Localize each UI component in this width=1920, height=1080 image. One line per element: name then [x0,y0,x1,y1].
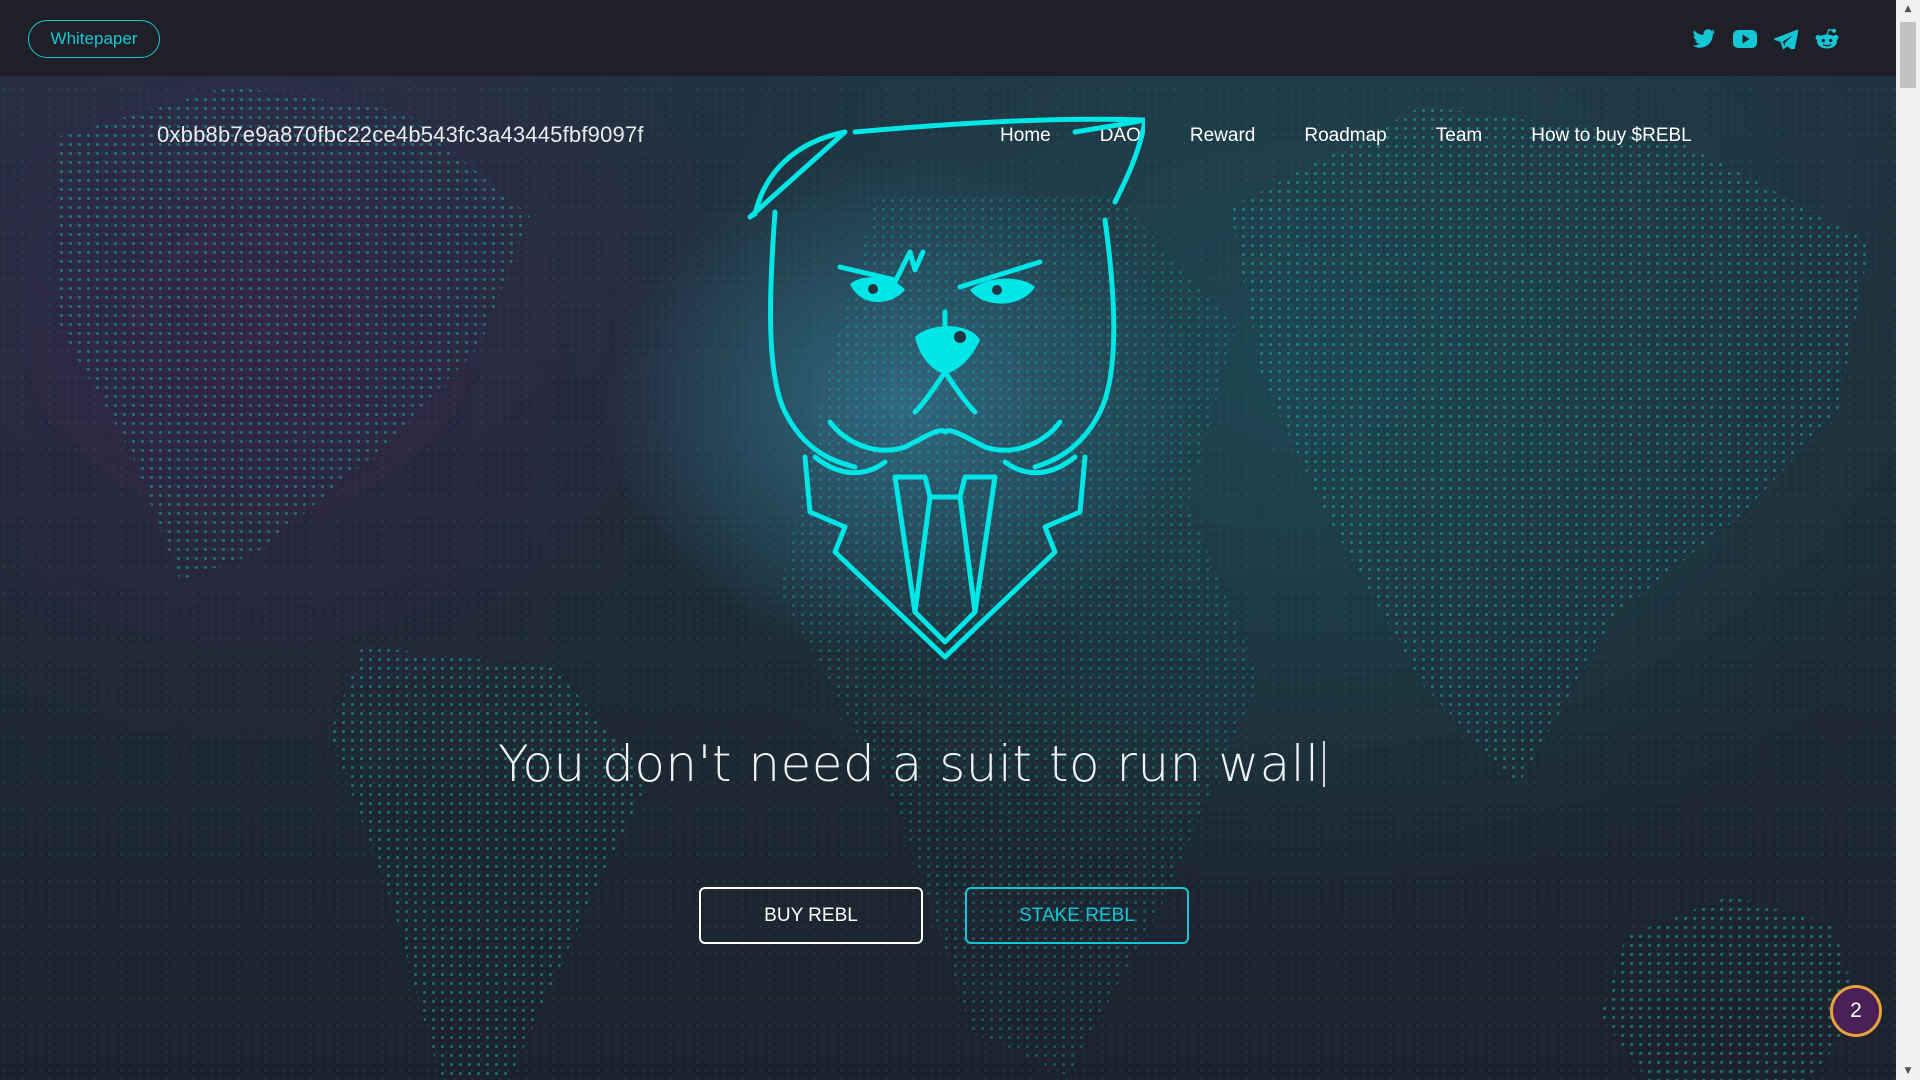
scrollbar-thumb[interactable] [1900,22,1916,88]
scroll-up-arrow[interactable]: ▲ [1896,0,1920,18]
top-bar: Whitepaper [0,0,1896,76]
nav-team[interactable]: Team [1436,125,1482,147]
notification-badge[interactable]: 2 [1830,985,1882,1037]
nav-roadmap[interactable]: Roadmap [1304,125,1386,147]
scroll-down-arrow[interactable]: ▼ [1896,1062,1920,1080]
contract-address[interactable]: 0xbb8b7e9a870fbc22ce4b543fc3a43445fbf909… [157,122,644,148]
hero-tagline: You don't need a suit to run wall [498,735,1325,793]
twitter-icon[interactable] [1691,26,1717,52]
buy-rebl-button[interactable]: BUY REBL [699,887,923,944]
nav-reward[interactable]: Reward [1190,125,1255,147]
stake-rebl-button[interactable]: STAKE REBL [965,887,1189,944]
typing-cursor [1322,741,1325,787]
tagline-text: You don't need a suit to run wall [498,735,1320,793]
youtube-icon[interactable] [1732,26,1758,52]
whitepaper-button[interactable]: Whitepaper [28,20,160,58]
telegram-icon[interactable] [1773,26,1799,52]
reddit-icon[interactable] [1814,26,1840,52]
scrollbar[interactable]: ▲ ▼ [1896,0,1920,1080]
rebel-dog-logo [747,116,1145,660]
nav-how-to-buy[interactable]: How to buy $REBL [1531,125,1692,147]
social-links [1691,26,1840,52]
